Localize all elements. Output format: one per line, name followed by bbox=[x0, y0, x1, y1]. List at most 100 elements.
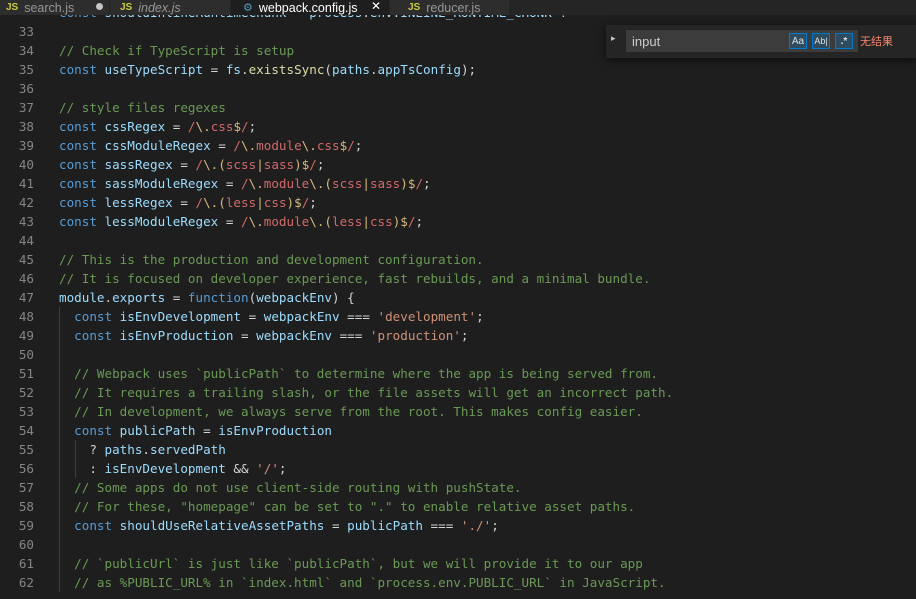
code-token: shouldInlineRuntimeChunk bbox=[105, 15, 287, 20]
toggle-replace-icon[interactable]: ▸ bbox=[611, 34, 616, 44]
line-number: 54 bbox=[18, 423, 34, 438]
code-line[interactable]: 53 // In development, we always serve fr… bbox=[0, 402, 916, 421]
line-number: 56 bbox=[18, 461, 34, 476]
code-token: paths bbox=[104, 442, 143, 457]
modified-dot-icon[interactable] bbox=[96, 3, 103, 10]
tab-index-js[interactable]: JS index.js bbox=[110, 0, 231, 15]
code-line[interactable]: 52 // It requires a trailing slash, or t… bbox=[0, 383, 916, 402]
code-token: servedPath bbox=[150, 442, 226, 457]
code-token: css bbox=[369, 214, 393, 229]
code-line[interactable]: 60 bbox=[0, 535, 916, 554]
code-line[interactable]: 48 const isEnvDevelopment = webpackEnv =… bbox=[0, 307, 916, 326]
code-token: \.( bbox=[203, 157, 226, 172]
js-icon: JS bbox=[6, 2, 19, 13]
code-line[interactable]: 54 const publicPath = isEnvProduction bbox=[0, 421, 916, 440]
code-line[interactable]: 51 // Webpack uses `publicPath` to deter… bbox=[0, 364, 916, 383]
code-token: function bbox=[187, 290, 249, 305]
code-token: const bbox=[59, 214, 105, 229]
code-line[interactable]: 43 const lessModuleRegex = /\.module\.(le… bbox=[0, 212, 916, 231]
code-token: / bbox=[241, 119, 249, 134]
tab-label: webpack.config.js bbox=[258, 0, 358, 15]
code-line[interactable]: 41 const sassModuleRegex = /\.module\.(sc… bbox=[0, 174, 916, 193]
code-token: = bbox=[233, 328, 257, 343]
code-line[interactable]: 47 module.exports = function(webpackEnv) … bbox=[0, 288, 916, 307]
code-token: )$ bbox=[400, 176, 416, 191]
code-token: \. bbox=[248, 176, 264, 191]
line-number: 47 bbox=[18, 290, 34, 305]
code-token: INLINE_RUNTIME_CHUNK bbox=[400, 15, 552, 20]
code-text: const sassModuleRegex = /\.module\.(scss… bbox=[59, 174, 431, 193]
tab-reducer-js[interactable]: JS reducer.js bbox=[390, 0, 510, 15]
code-line[interactable]: const shouldInlineRuntimeChunk = process… bbox=[0, 15, 916, 22]
find-result-status: 无结果 bbox=[860, 35, 893, 48]
code-token: ( bbox=[324, 62, 333, 77]
code-line[interactable]: 56 : isEnvDevelopment && '/'; bbox=[0, 459, 916, 478]
whole-word-button[interactable]: Ab| bbox=[812, 33, 830, 49]
code-token: / bbox=[309, 157, 317, 172]
code-line[interactable]: 42 const lessRegex = /\.(less|css)$/; bbox=[0, 193, 916, 212]
code-token: css bbox=[210, 119, 234, 134]
code-line[interactable]: 50 bbox=[0, 345, 916, 364]
line-number: 46 bbox=[18, 271, 34, 286]
tab-webpack-config-js[interactable]: ⚙ webpack.config.js ✕ bbox=[231, 0, 390, 15]
code-token: // Check if TypeScript is setup bbox=[59, 43, 295, 58]
code-line[interactable]: 46 // It is focused on developer experien… bbox=[0, 269, 916, 288]
code-line[interactable]: 35 const useTypeScript = fs.existsSync(pa… bbox=[0, 60, 916, 79]
code-token: ) { bbox=[332, 290, 355, 305]
line-number: 60 bbox=[18, 537, 34, 552]
tab-search-js[interactable]: JS search.js bbox=[0, 0, 110, 15]
code-line[interactable]: 44 bbox=[0, 231, 916, 250]
code-line[interactable]: 58 // For these, "homepage" can be set t… bbox=[0, 497, 916, 516]
close-icon[interactable]: ✕ bbox=[371, 0, 381, 13]
code-token: !== bbox=[552, 15, 590, 20]
code-line[interactable]: 36 bbox=[0, 79, 916, 98]
code-text: const lessRegex = /\.(less|css)$/; bbox=[59, 193, 317, 212]
code-editor[interactable]: const shouldInlineRuntimeChunk = process… bbox=[0, 15, 916, 599]
code-token: ; bbox=[278, 461, 287, 476]
code-token: ; bbox=[423, 176, 431, 191]
code-token: / bbox=[415, 176, 424, 191]
code-line[interactable]: 49 const isEnvProduction = webpackEnv ==… bbox=[0, 326, 916, 345]
line-number: 52 bbox=[18, 385, 34, 400]
code-line[interactable]: 37 // style files regexes bbox=[0, 98, 916, 117]
code-line[interactable]: 55 ? paths.servedPath bbox=[0, 440, 916, 459]
code-token: 'production' bbox=[369, 328, 461, 343]
code-line[interactable]: 39 const cssModuleRegex = /\.module\.css$… bbox=[0, 136, 916, 155]
code-token: // style files regexes bbox=[59, 100, 226, 115]
code-line[interactable]: 62 // as %PUBLIC_URL% in `index.html` an… bbox=[0, 573, 916, 592]
code-line[interactable]: 40 const sassRegex = /\.(scss|sass)$/; bbox=[0, 155, 916, 174]
code-token: // Some apps do not use client-side rout… bbox=[74, 480, 522, 495]
code-token: ; bbox=[460, 328, 469, 343]
code-token: = bbox=[286, 15, 309, 20]
code-line[interactable]: 61 // `publicUrl` is just like `publicPa… bbox=[0, 554, 916, 573]
code-line[interactable]: 57 // Some apps do not use client-side r… bbox=[0, 478, 916, 497]
code-token: . bbox=[241, 62, 249, 77]
code-text: // Check if TypeScript is setup bbox=[59, 41, 294, 60]
code-line[interactable]: 45 // This is the production and developm… bbox=[0, 250, 916, 269]
code-token: = bbox=[172, 157, 196, 172]
code-text: module.exports = function(webpackEnv) { bbox=[59, 288, 355, 307]
code-token: const bbox=[59, 119, 105, 134]
code-line[interactable]: 59 const shouldUseRelativeAssetPaths = p… bbox=[0, 516, 916, 535]
code-text: const isEnvProduction = webpackEnv === '… bbox=[59, 326, 469, 345]
code-text: // It is focused on developer experience… bbox=[59, 269, 650, 288]
code-token: module bbox=[263, 214, 310, 229]
find-input[interactable] bbox=[626, 30, 786, 52]
code-token: )$ bbox=[392, 214, 408, 229]
code-token: \.( bbox=[309, 176, 332, 191]
code-token: css bbox=[316, 138, 340, 153]
line-number: 33 bbox=[18, 24, 34, 39]
line-number: 55 bbox=[18, 442, 34, 457]
match-case-button[interactable]: Aa bbox=[789, 33, 807, 49]
line-number: 62 bbox=[18, 575, 34, 590]
code-token: // `publicUrl` is just like `publicPath`… bbox=[74, 556, 643, 571]
code-line[interactable]: 38 const cssRegex = /\.css$/; bbox=[0, 117, 916, 136]
code-text: ? paths.servedPath bbox=[59, 440, 226, 459]
regex-button[interactable]: .* bbox=[835, 33, 853, 49]
